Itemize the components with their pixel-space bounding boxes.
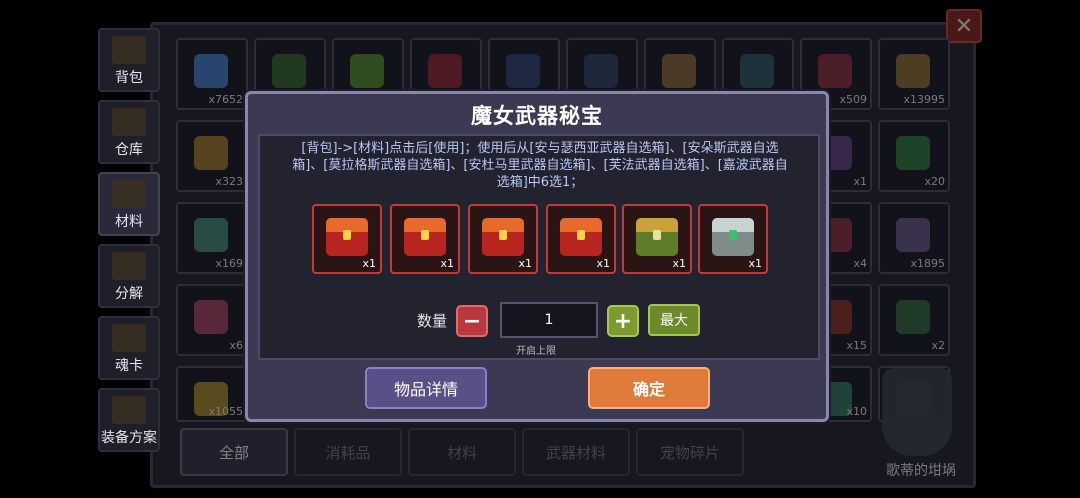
side-tab-label: 仓库 xyxy=(115,142,143,158)
side-tab-label: 魂卡 xyxy=(115,358,143,374)
item-use-dialog: 魔女武器秘宝 [背包]->[材料]点击后[使用]；使用后从[安与瑟西亚武器自选箱… xyxy=(245,91,829,422)
quantity-input[interactable] xyxy=(500,302,598,338)
reward-quantity: x1 xyxy=(672,257,686,270)
side-tab-label: 装备方案 xyxy=(101,430,157,446)
green-weapon-chest-icon xyxy=(636,218,678,256)
red-weapon-chest-icon xyxy=(482,218,524,256)
reward-slot[interactable]: x1 xyxy=(468,204,538,274)
dialog-body: [背包]->[材料]点击后[使用]；使用后从[安与瑟西亚武器自选箱]、[安朵斯武… xyxy=(258,134,820,360)
reward-slot[interactable]: x1 xyxy=(698,204,768,274)
dialog-title: 魔女武器秘宝 xyxy=(471,104,603,128)
red-weapon-chest-icon xyxy=(404,218,446,256)
reward-slot[interactable]: x1 xyxy=(390,204,460,274)
reward-quantity: x1 xyxy=(440,257,454,270)
quantity-label: 数量 xyxy=(417,312,448,330)
red-weapon-chest-icon xyxy=(560,218,602,256)
reward-slot[interactable]: x1 xyxy=(312,204,382,274)
side-tab-label: 分解 xyxy=(115,286,143,302)
confirm-button[interactable]: 确定 xyxy=(588,367,710,409)
max-button[interactable]: 最大 xyxy=(648,304,700,336)
decrease-button[interactable]: − xyxy=(456,305,488,337)
reward-slot[interactable]: x1 xyxy=(622,204,692,274)
silver-weapon-chest-icon xyxy=(712,218,754,256)
item-details-button[interactable]: 物品详情 xyxy=(365,367,487,409)
reward-quantity: x1 xyxy=(518,257,532,270)
open-limit-text: 开启上限 xyxy=(516,346,556,357)
plus-icon: + xyxy=(613,308,633,334)
reward-slot[interactable]: x1 xyxy=(546,204,616,274)
reward-quantity: x1 xyxy=(362,257,376,270)
side-tab-label: 背包 xyxy=(115,70,143,86)
side-tab-label: 材料 xyxy=(115,214,143,230)
increase-button[interactable]: + xyxy=(607,305,639,337)
minus-icon: − xyxy=(462,308,482,334)
reward-quantity: x1 xyxy=(596,257,610,270)
item-description: [背包]->[材料]点击后[使用]；使用后从[安与瑟西亚武器自选箱]、[安朵斯武… xyxy=(292,141,788,190)
red-weapon-chest-icon xyxy=(326,218,368,256)
reward-quantity: x1 xyxy=(748,257,762,270)
